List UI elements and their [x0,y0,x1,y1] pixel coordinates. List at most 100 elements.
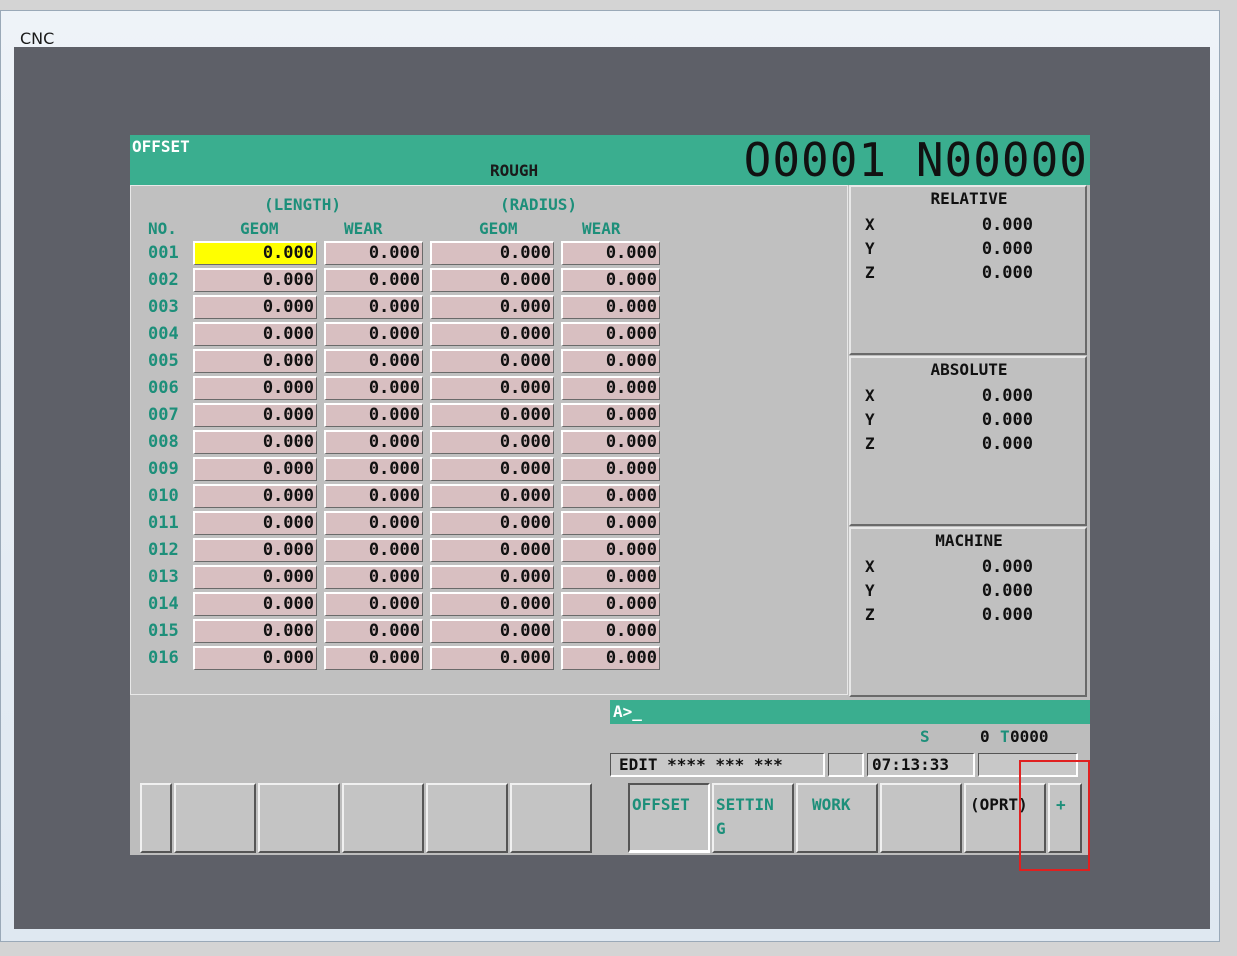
length-wear-cell[interactable]: 0.000 [324,592,423,616]
radius-geom-cell[interactable]: 0.000 [430,295,554,319]
group-length-header: (LENGTH) [264,195,342,214]
length-geom-cell[interactable]: 0.000 [193,241,317,265]
length-geom-cell[interactable]: 0.000 [193,349,317,373]
length-wear-cell[interactable]: 0.000 [324,295,423,319]
length-geom-cell[interactable]: 0.000 [193,403,317,427]
absolute-y-value: 0.000 [981,410,1033,430]
length-wear-cell[interactable]: 0.000 [324,511,423,535]
length-wear-cell[interactable]: 0.000 [324,538,423,562]
softkey-offset[interactable]: OFFSET [628,783,710,853]
status-clock: 07:13:33 [867,753,975,777]
length-wear-cell[interactable]: 0.000 [324,646,423,670]
softkey-left-2[interactable] [258,783,340,853]
radius-wear-cell[interactable]: 0.000 [561,592,660,616]
window-title: CNC [20,29,55,48]
relative-y-value: 0.000 [981,239,1033,259]
length-geom-cell[interactable]: 0.000 [193,511,317,535]
softkey-setting[interactable]: SETTIN G [712,783,794,853]
radius-wear-cell[interactable]: 0.000 [561,619,660,643]
length-geom-cell[interactable]: 0.000 [193,376,317,400]
length-geom-cell[interactable]: 0.000 [193,295,317,319]
radius-wear-cell[interactable]: 0.000 [561,457,660,481]
length-wear-cell[interactable]: 0.000 [324,241,423,265]
row-number: 015 [148,621,179,641]
absolute-z-label: Z [865,434,875,453]
radius-wear-cell[interactable]: 0.000 [561,511,660,535]
length-wear-cell[interactable]: 0.000 [324,268,423,292]
input-prompt[interactable]: A>_ [610,700,1090,724]
length-wear-cell[interactable]: 0.000 [324,376,423,400]
length-geom-cell[interactable]: 0.000 [193,430,317,454]
screen-header: OFFSET ROUGH O0001 N00000 [130,133,1090,187]
softkey-left-4[interactable] [426,783,508,853]
radius-wear-cell[interactable]: 0.000 [561,430,660,454]
softkey-work-label: WORK [812,795,851,814]
length-wear-cell[interactable]: 0.000 [324,457,423,481]
length-geom-cell[interactable]: 0.000 [193,322,317,346]
radius-wear-cell[interactable]: 0.000 [561,403,660,427]
relative-title: RELATIVE [930,189,1008,208]
col-length-geom-header: GEOM [240,219,279,238]
radius-geom-cell[interactable]: 0.000 [430,241,554,265]
radius-wear-cell[interactable]: 0.000 [561,268,660,292]
length-geom-cell[interactable]: 0.000 [193,619,317,643]
length-wear-cell[interactable]: 0.000 [324,403,423,427]
length-wear-cell[interactable]: 0.000 [324,430,423,454]
softkey-work[interactable]: WORK [796,783,878,853]
radius-wear-cell[interactable]: 0.000 [561,538,660,562]
absolute-x-value: 0.000 [981,386,1033,406]
radius-geom-cell[interactable]: 0.000 [430,619,554,643]
radius-wear-cell[interactable]: 0.000 [561,484,660,508]
relative-x-label: X [865,215,875,234]
length-wear-cell[interactable]: 0.000 [324,619,423,643]
length-geom-cell[interactable]: 0.000 [193,457,317,481]
row-number: 003 [148,297,179,317]
radius-geom-cell[interactable]: 0.000 [430,511,554,535]
length-geom-cell[interactable]: 0.000 [193,646,317,670]
radius-wear-cell[interactable]: 0.000 [561,295,660,319]
radius-geom-cell[interactable]: 0.000 [430,457,554,481]
radius-geom-cell[interactable]: 0.000 [430,349,554,373]
radius-wear-cell[interactable]: 0.000 [561,376,660,400]
length-wear-cell[interactable]: 0.000 [324,484,423,508]
length-geom-cell[interactable]: 0.000 [193,268,317,292]
radius-wear-cell[interactable]: 0.000 [561,349,660,373]
radius-wear-cell[interactable]: 0.000 [561,322,660,346]
length-geom-cell[interactable]: 0.000 [193,592,317,616]
radius-geom-cell[interactable]: 0.000 [430,565,554,589]
radius-geom-cell[interactable]: 0.000 [430,592,554,616]
length-wear-cell[interactable]: 0.000 [324,565,423,589]
machine-x-label: X [865,557,875,576]
col-radius-geom-header: GEOM [479,219,518,238]
length-wear-cell[interactable]: 0.000 [324,322,423,346]
radius-geom-cell[interactable]: 0.000 [430,430,554,454]
radius-wear-cell[interactable]: 0.000 [561,646,660,670]
highlight-box [1019,760,1090,871]
length-geom-cell[interactable]: 0.000 [193,565,317,589]
machine-title: MACHINE [935,531,1003,550]
softkey-setting-label: SETTIN G [716,795,774,838]
radius-geom-cell[interactable]: 0.000 [430,646,554,670]
radius-geom-cell[interactable]: 0.000 [430,268,554,292]
softkey-empty[interactable] [880,783,962,853]
radius-wear-cell[interactable]: 0.000 [561,241,660,265]
radius-geom-cell[interactable]: 0.000 [430,322,554,346]
length-wear-cell[interactable]: 0.000 [324,349,423,373]
radius-geom-cell[interactable]: 0.000 [430,538,554,562]
radius-wear-cell[interactable]: 0.000 [561,565,660,589]
radius-geom-cell[interactable]: 0.000 [430,403,554,427]
mode-label: ROUGH [490,161,539,180]
softkey-left-3[interactable] [342,783,424,853]
softkey-left-1[interactable] [174,783,256,853]
relative-z-value: 0.000 [981,263,1033,283]
radius-geom-cell[interactable]: 0.000 [430,484,554,508]
row-number: 006 [148,378,179,398]
radius-geom-cell[interactable]: 0.000 [430,376,554,400]
tool-label: T [1000,727,1010,746]
row-number: 008 [148,432,179,452]
row-number: 005 [148,351,179,371]
softkey-left-return[interactable] [140,783,172,853]
length-geom-cell[interactable]: 0.000 [193,484,317,508]
length-geom-cell[interactable]: 0.000 [193,538,317,562]
softkey-left-5[interactable] [510,783,592,853]
